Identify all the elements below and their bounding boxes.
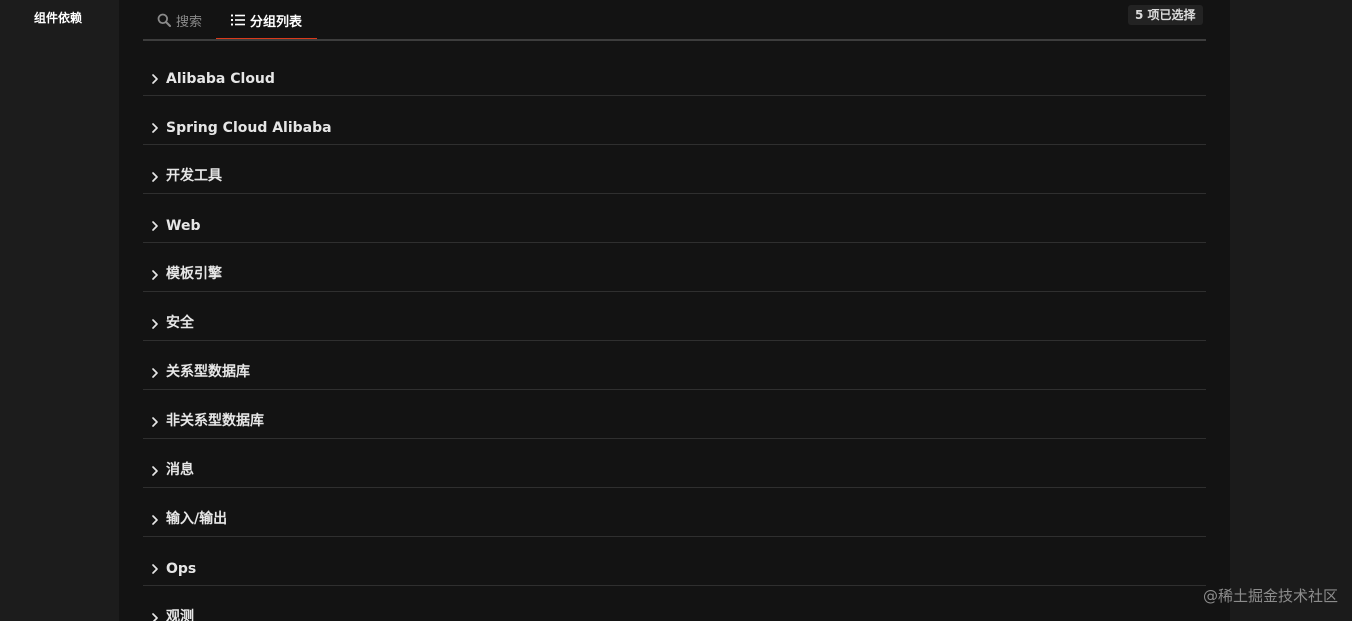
watermark: @稀土掘金技术社区 [1202, 587, 1338, 605]
group-row[interactable]: 输入/输出 [143, 488, 1206, 537]
group-label: 安全 [166, 315, 194, 331]
group-label: 非关系型数据库 [166, 413, 264, 429]
group-label: Web [166, 218, 201, 234]
chevron-right-icon [151, 416, 159, 428]
chevron-right-icon [151, 171, 159, 183]
group-row[interactable]: Spring Cloud Alibaba [143, 96, 1206, 145]
chevron-right-icon [151, 73, 159, 85]
right-column [1230, 0, 1352, 621]
group-row[interactable]: 消息 [143, 439, 1206, 488]
group-row[interactable]: 开发工具 [143, 145, 1206, 194]
search-icon [157, 13, 171, 27]
group-list: Alibaba Cloud Spring Cloud Alibaba 开发工具 … [143, 41, 1206, 621]
chevron-right-icon [151, 220, 159, 232]
group-row[interactable]: 非关系型数据库 [143, 390, 1206, 439]
group-label: 模板引擎 [166, 266, 222, 282]
group-row[interactable]: 关系型数据库 [143, 341, 1206, 390]
group-label: Ops [166, 561, 197, 577]
chevron-right-icon [151, 318, 159, 330]
chevron-right-icon [151, 122, 159, 134]
list-icon [230, 14, 245, 26]
selection-count-badge: 5 项已选择 [1128, 5, 1203, 25]
group-row[interactable]: Alibaba Cloud [143, 41, 1206, 96]
left-column: 组件依赖 [0, 0, 119, 621]
chevron-right-icon [151, 367, 159, 379]
group-label: Alibaba Cloud [166, 71, 275, 87]
chevron-right-icon [151, 612, 159, 621]
group-label: 输入/输出 [166, 511, 228, 527]
group-row[interactable]: 观测 [143, 586, 1206, 621]
group-label: 开发工具 [166, 168, 222, 184]
tab-search[interactable]: 搜索 [157, 0, 202, 40]
group-label: 关系型数据库 [166, 364, 250, 380]
chevron-right-icon [151, 465, 159, 477]
group-label: 消息 [166, 462, 194, 478]
group-row[interactable]: 模板引擎 [143, 243, 1206, 292]
chevron-right-icon [151, 514, 159, 526]
group-label: Spring Cloud Alibaba [166, 120, 332, 136]
group-row[interactable]: Ops [143, 537, 1206, 586]
chevron-right-icon [151, 269, 159, 281]
dependency-panel: 搜索 分组列表 5 项已选择 Alibaba Cloud Spring Clou… [119, 0, 1230, 621]
chevron-right-icon [151, 563, 159, 575]
tab-group-list-label: 分组列表 [249, 14, 302, 30]
tab-search-label: 搜索 [176, 14, 203, 30]
tab-group-list[interactable]: 分组列表 [216, 0, 317, 40]
section-title: 组件依赖 [34, 11, 83, 25]
group-row[interactable]: 安全 [143, 292, 1206, 341]
group-row[interactable]: Web [143, 194, 1206, 243]
group-label: 观测 [166, 609, 194, 621]
